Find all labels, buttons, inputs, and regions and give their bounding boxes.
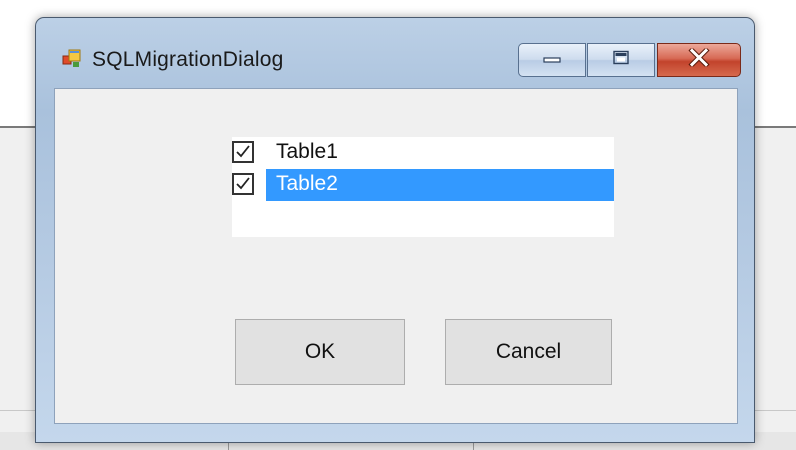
cancel-button[interactable]: Cancel xyxy=(445,319,612,385)
title-bar[interactable]: SQLMigrationDialog xyxy=(36,18,754,88)
sql-migration-dialog: SQLMigrationDialog Table1 Table2 OK Canc… xyxy=(35,17,755,443)
minimize-button[interactable] xyxy=(518,43,586,77)
table-checked-list[interactable]: Table1 Table2 xyxy=(232,137,614,237)
checkbox-table2[interactable] xyxy=(232,173,254,195)
close-icon xyxy=(688,46,710,72)
close-button[interactable] xyxy=(657,43,741,77)
checkmark-icon xyxy=(236,177,250,190)
maximize-button[interactable] xyxy=(587,43,655,77)
list-item[interactable]: Table1 xyxy=(232,137,614,167)
windows-form-icon xyxy=(62,48,82,68)
checkbox-table1[interactable] xyxy=(232,141,254,163)
maximize-icon xyxy=(613,50,629,70)
ok-button[interactable]: OK xyxy=(235,319,405,385)
list-item-label: Table2 xyxy=(276,172,338,195)
list-item-selected[interactable]: Table2 xyxy=(232,169,614,201)
checkmark-icon xyxy=(236,145,250,158)
list-item-label: Table1 xyxy=(276,140,338,163)
dialog-client-area: Table1 Table2 OK Cancel xyxy=(54,88,738,424)
dialog-title: SQLMigrationDialog xyxy=(92,48,284,71)
minimize-icon xyxy=(543,51,561,69)
